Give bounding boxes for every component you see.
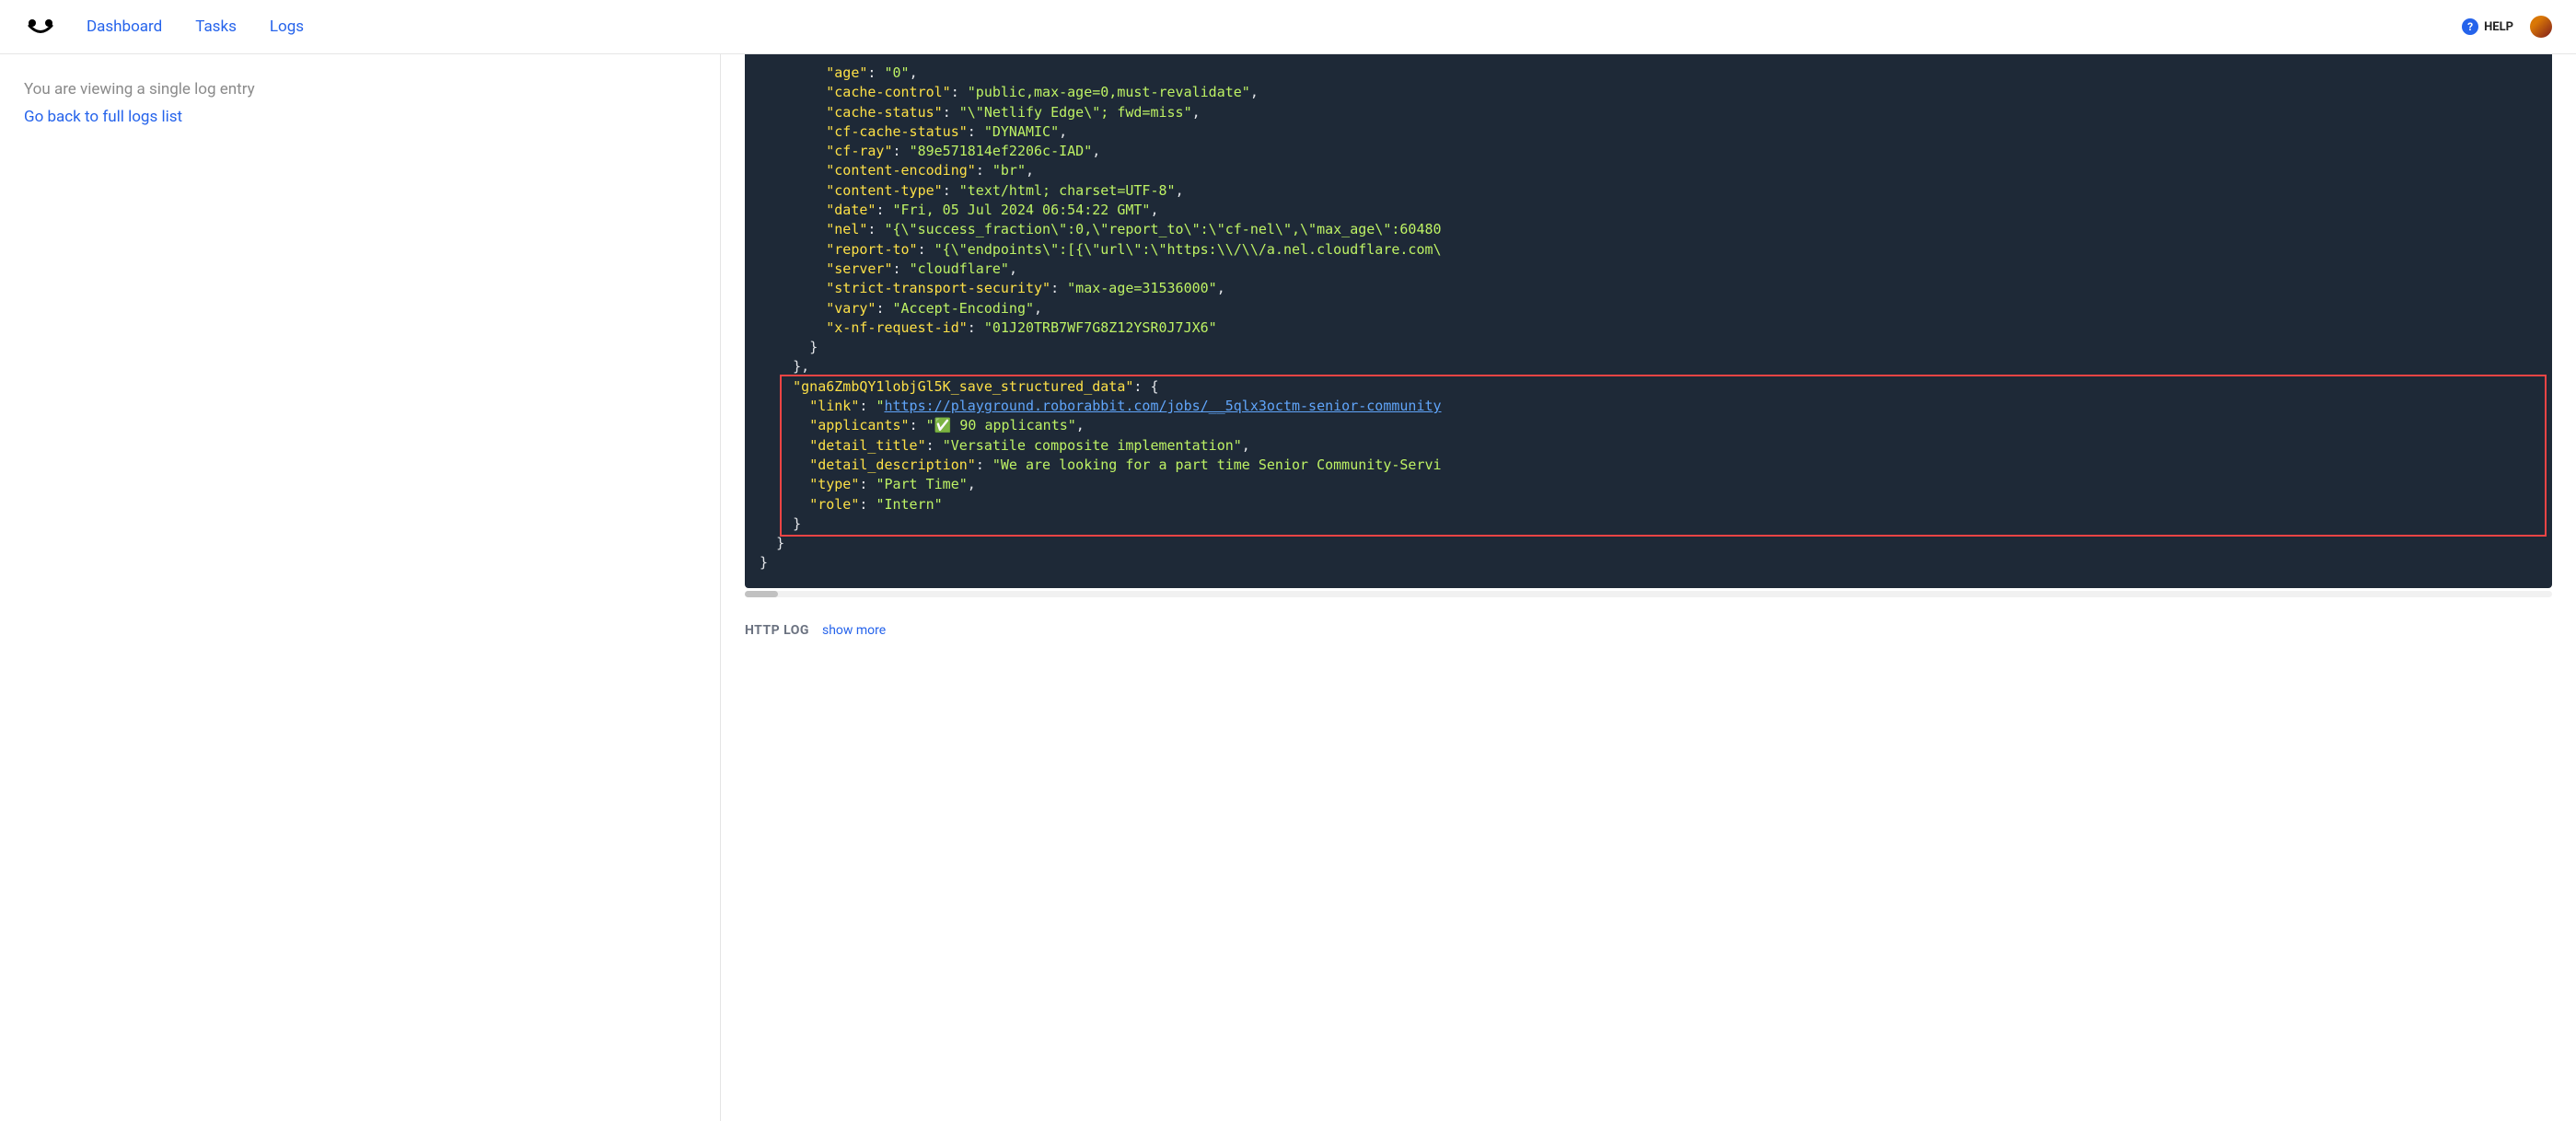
nav-tasks[interactable]: Tasks — [195, 17, 237, 36]
http-log-section: HTTP LOG show more — [745, 623, 2552, 638]
code-line: "content-type": "text/html; charset=UTF-… — [760, 181, 2537, 201]
code-line: "cf-cache-status": "DYNAMIC", — [760, 122, 2537, 142]
code-line: "report-to": "{\"endpoints\":[{\"url\":\… — [760, 240, 2537, 260]
right-panel: "age": "0", "cache-control": "public,max… — [721, 54, 2576, 1121]
help-button[interactable]: ? HELP — [2462, 18, 2513, 35]
code-line: "link": "https://playground.roborabbit.c… — [760, 397, 2537, 416]
code-line: "vary": "Accept-Encoding", — [760, 299, 2537, 318]
single-entry-notice: You are viewing a single log entry — [24, 80, 696, 98]
code-line: "nel": "{\"success_fraction\":0,\"report… — [760, 220, 2537, 239]
code-line: } — [760, 534, 2537, 553]
header-right: ? HELP — [2462, 16, 2552, 38]
nav-logs[interactable]: Logs — [270, 17, 304, 36]
logo-icon[interactable] — [24, 16, 57, 38]
http-log-label: HTTP LOG — [745, 623, 809, 638]
code-line: "cf-ray": "89e571814ef2206c-IAD", — [760, 142, 2537, 161]
main-nav: Dashboard Tasks Logs — [87, 17, 304, 36]
scrollbar-thumb[interactable] — [745, 591, 778, 597]
back-to-logs-link[interactable]: Go back to full logs list — [24, 108, 182, 126]
code-line: "strict-transport-security": "max-age=31… — [760, 279, 2537, 298]
code-line: "date": "Fri, 05 Jul 2024 06:54:22 GMT", — [760, 201, 2537, 220]
code-line: } — [760, 338, 2537, 357]
main-content: You are viewing a single log entry Go ba… — [0, 54, 2576, 1121]
nav-dashboard[interactable]: Dashboard — [87, 17, 162, 36]
code-line: "x-nf-request-id": "01J20TRB7WF7G8Z12YSR… — [760, 318, 2537, 338]
header-bar: Dashboard Tasks Logs ? HELP — [0, 0, 2576, 54]
code-line: "age": "0", — [760, 64, 2537, 83]
code-line: "cache-control": "public,max-age=0,must-… — [760, 83, 2537, 102]
json-code-block[interactable]: "age": "0", "cache-control": "public,max… — [745, 54, 2552, 588]
code-line: "detail_description": "We are looking fo… — [760, 456, 2537, 475]
code-line: } — [760, 514, 2537, 534]
avatar[interactable] — [2530, 16, 2552, 38]
rabbit-logo-svg — [24, 17, 57, 36]
show-more-link[interactable]: show more — [822, 623, 886, 638]
code-line: } — [760, 553, 2537, 572]
code-line: "applicants": "✅ 90 applicants", — [760, 416, 2537, 435]
help-icon: ? — [2462, 18, 2478, 35]
code-line: }, — [760, 357, 2537, 376]
code-line: "role": "Intern" — [760, 495, 2537, 514]
code-line: "server": "cloudflare", — [760, 260, 2537, 279]
code-line: "type": "Part Time", — [760, 475, 2537, 494]
code-line: "detail_title": "Versatile composite imp… — [760, 436, 2537, 456]
help-label: HELP — [2484, 20, 2513, 34]
left-panel: You are viewing a single log entry Go ba… — [0, 54, 721, 1121]
code-line: "content-encoding": "br", — [760, 161, 2537, 180]
code-line: "cache-status": "\"Netlify Edge\"; fwd=m… — [760, 103, 2537, 122]
code-line: "gna6ZmbQY1lobjGl5K_save_structured_data… — [760, 377, 2537, 397]
horizontal-scrollbar[interactable] — [745, 591, 2552, 597]
